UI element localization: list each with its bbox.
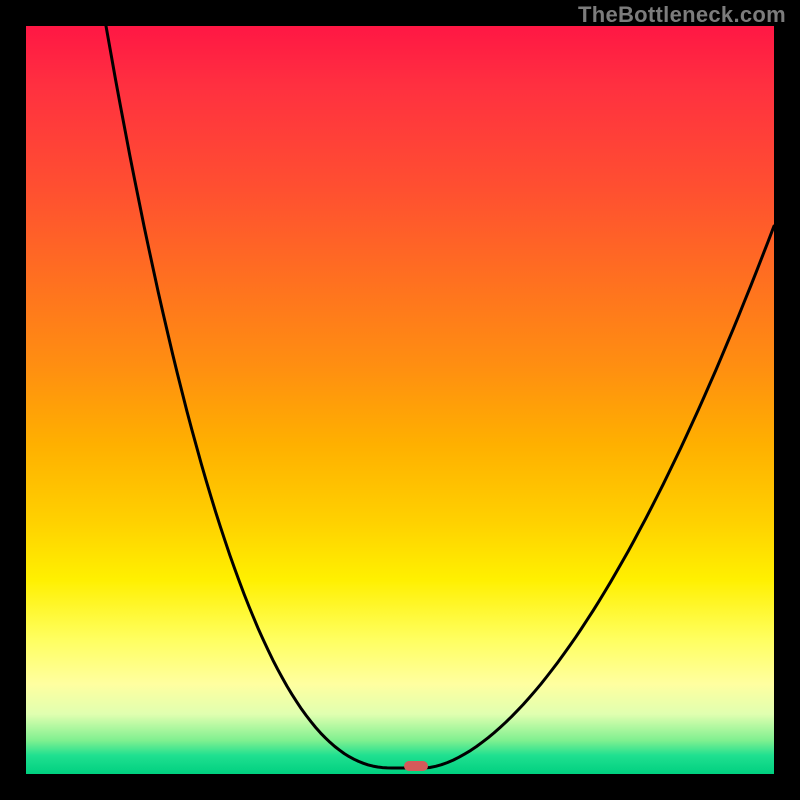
chart-frame: TheBottleneck.com — [0, 0, 800, 800]
bottleneck-curve — [26, 26, 774, 774]
optimal-marker — [404, 761, 428, 771]
watermark-text: TheBottleneck.com — [578, 2, 786, 28]
plot-area — [26, 26, 774, 774]
